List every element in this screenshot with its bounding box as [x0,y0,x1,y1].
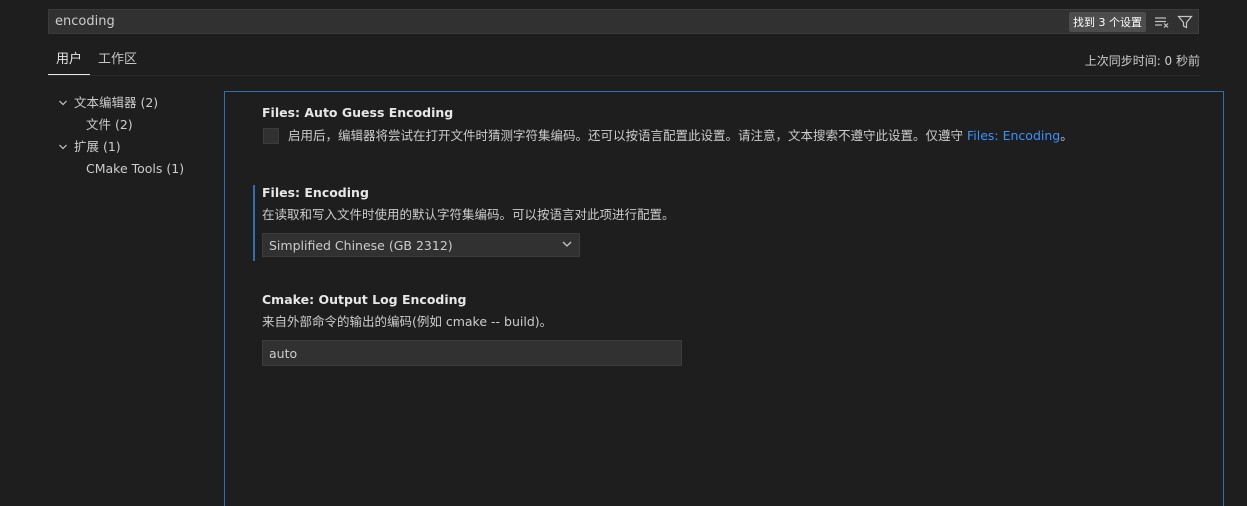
settings-toc: 文本编辑器 (2) 文件 (2) 扩展 (1) CMake Tools (1) [56,92,216,180]
result-count-badge: 找到 3 个设置 [1069,11,1146,32]
search-input[interactable] [55,10,1069,33]
setting-title: Files: Encoding [262,185,369,200]
setting-description: 来自外部命令的输出的编码(例如 cmake -- build)。 [262,314,553,329]
cmake-log-encoding-value: auto [269,345,298,361]
files-encoding-link[interactable]: Files: Encoding [967,128,1060,143]
chevron-down-icon [561,238,573,253]
setting-description: 启用后，编辑器将尝试在打开文件时猜测字符集编码。还可以按语言配置此设置。请注意，… [288,127,1073,145]
toc-item-extensions[interactable]: 扩展 (1) [56,136,216,158]
setting-title: Files: Auto Guess Encoding [262,105,454,120]
chevron-down-icon [56,96,70,110]
setting-files-encoding: Files: Encoding 在读取和写入文件时使用的默认字符集编码。可以按语… [262,184,1202,257]
toc-item-files[interactable]: 文件 (2) [56,114,216,136]
setting-auto-guess-encoding: Files: Auto Guess Encoding 启用后，编辑器将尝试在打开… [254,104,1194,145]
toc-item-label: 文本编辑器 (2) [74,95,159,110]
settings-editor: 找到 3 个设置 用户 工作区 上次同步时间: 0 秒前 文本编辑器 (2) 文… [0,0,1247,506]
toc-item-label: 文件 (2) [86,117,133,132]
chevron-down-icon [56,140,70,154]
setting-title: Cmake: Output Log Encoding [262,292,467,307]
scope-tabs: 用户 工作区 [48,50,145,75]
settings-list: Files: Auto Guess Encoding 启用后，编辑器将尝试在打开… [224,91,1224,506]
sync-status: 上次同步时间: 0 秒前 [1084,54,1200,68]
focused-setting-indicator [253,185,255,261]
tab-user[interactable]: 用户 [48,50,91,75]
tabs-divider [48,75,1200,76]
toc-item-label: CMake Tools (1) [86,161,185,176]
setting-checkbox-row: 启用后，编辑器将尝试在打开文件时猜测字符集编码。还可以按语言配置此设置。请注意，… [254,127,1194,145]
encoding-select[interactable]: Simplified Chinese (GB 2312) [262,233,580,257]
tab-workspace[interactable]: 工作区 [90,50,145,75]
toc-item-label: 扩展 (1) [74,139,121,154]
filter-icon[interactable] [1175,12,1195,32]
encoding-select-value: Simplified Chinese (GB 2312) [269,237,453,253]
auto-guess-checkbox[interactable] [263,128,279,144]
toc-item-cmake-tools[interactable]: CMake Tools (1) [56,158,216,180]
cmake-log-encoding-input[interactable]: auto [262,340,682,366]
setting-description-text: 启用后，编辑器将尝试在打开文件时猜测字符集编码。还可以按语言配置此设置。请注意，… [288,128,964,143]
toc-item-text-editor[interactable]: 文本编辑器 (2) [56,92,216,114]
clear-filter-icon[interactable] [1152,12,1172,32]
setting-description-end: 。 [1060,128,1073,143]
setting-cmake-output-log-encoding: Cmake: Output Log Encoding 来自外部命令的输出的编码(… [262,291,1202,366]
settings-search-bar: 找到 3 个设置 [48,9,1199,34]
setting-description: 在读取和写入文件时使用的默认字符集编码。可以按语言对此项进行配置。 [262,207,675,222]
